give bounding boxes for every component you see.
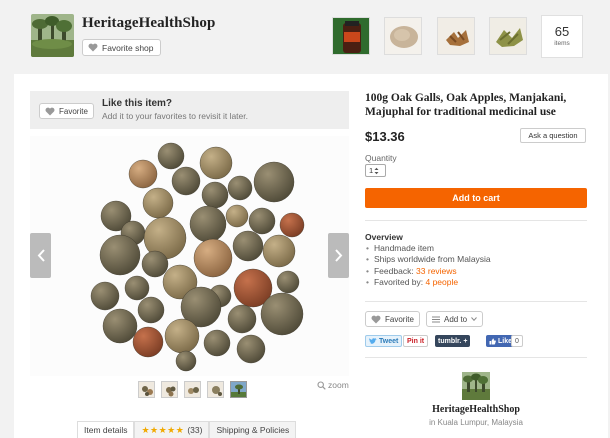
shop-listing-thumb-3[interactable]: [437, 17, 475, 55]
chevron-left-icon: [37, 249, 45, 262]
overview-list: Handmade item Ships worldwide from Malay…: [366, 243, 491, 288]
pin-it-button[interactable]: Pin it: [403, 335, 429, 347]
favorite-prompt: Favorite Like this item? Add it to your …: [30, 91, 349, 129]
heart-icon: [88, 43, 98, 52]
seller-avatar[interactable]: [462, 372, 490, 400]
feedback-label: Feedback:: [373, 265, 417, 276]
tumblr-label: tumblr.: [438, 337, 462, 345]
magnifier-icon: [317, 380, 326, 390]
favorite-prompt-subtitle: Add it to your favorites to revisit it l…: [102, 111, 248, 121]
favorite-button[interactable]: Favorite: [365, 311, 420, 327]
tab-reviews[interactable]: ★★★★★ (33): [134, 421, 210, 438]
heart-icon: [371, 315, 381, 323]
divider: [365, 301, 587, 302]
thumbnail-1[interactable]: [138, 381, 155, 398]
items-count-value: 65: [554, 24, 570, 39]
feedback-reviews-link[interactable]: 33 reviews: [416, 266, 457, 276]
seller-location: in Kuala Lumpur, Malaysia: [365, 418, 587, 427]
add-to-cart-button[interactable]: Add to cart: [365, 188, 587, 208]
list-icon: [432, 316, 440, 322]
overview-item: Feedback: 33 reviews: [366, 266, 491, 277]
quantity-label: Quantity: [365, 153, 397, 163]
overview-shipping: Ships worldwide from Malaysia: [373, 254, 491, 265]
tweet-button[interactable]: Tweet: [365, 335, 403, 347]
overview-handmade: Handmade item: [373, 243, 434, 253]
shop-listing-thumb-2[interactable]: [384, 17, 422, 55]
add-to-label: Add to: [444, 314, 468, 324]
like-count: 0: [515, 337, 519, 345]
rating-stars: ★★★★★: [141, 424, 185, 435]
divider: [365, 357, 587, 358]
zoom-label: zoom: [328, 380, 349, 390]
like-label: Like: [498, 337, 513, 345]
favorited-people-link[interactable]: 4 people: [425, 277, 458, 287]
overview-title: Overview: [365, 232, 403, 242]
overview-item: Favorited by: 4 people: [366, 277, 491, 288]
quantity-value: 1: [369, 166, 374, 175]
tweet-label: Tweet: [379, 337, 399, 345]
tab-item-details[interactable]: Item details: [77, 421, 135, 438]
favorited-label: Favorited by:: [373, 276, 426, 287]
favorite-shop-label: Favorite shop: [102, 42, 154, 53]
listing-tabs: Item details ★★★★★ (33) Shipping & Polic…: [77, 421, 297, 438]
thumbs-up-icon: [489, 338, 496, 344]
tab-shipping-policies[interactable]: Shipping & Policies: [209, 421, 297, 438]
image-thumbnails: [138, 381, 247, 398]
main-product-image[interactable]: [30, 136, 349, 376]
chevron-down-icon: [471, 317, 478, 321]
heart-icon: [45, 107, 55, 115]
divider: [365, 220, 587, 221]
pin-it-label: Pin it: [407, 337, 425, 345]
tumblr-button[interactable]: tumblr. +: [435, 335, 471, 347]
quantity-select[interactable]: 1: [365, 164, 386, 177]
seller-location-prefix: in: [429, 418, 438, 427]
thumbnail-2[interactable]: [161, 381, 178, 398]
previous-image-button[interactable]: [30, 233, 51, 278]
favorite-item-label: Favorite: [59, 106, 88, 116]
shop-listing-thumb-4[interactable]: [489, 17, 527, 55]
shop-items-count[interactable]: 65 items: [541, 15, 583, 58]
ask-question-button[interactable]: Ask a question: [520, 128, 586, 143]
thumbnail-4[interactable]: [207, 381, 224, 398]
overview-item: Ships worldwide from Malaysia: [366, 254, 491, 265]
shop-listing-thumb-1[interactable]: [332, 17, 370, 55]
tab-shipping-label: Shipping & Policies: [216, 425, 290, 435]
add-to-list-button[interactable]: Add to: [426, 311, 484, 327]
shop-name[interactable]: HeritageHealthShop: [82, 15, 215, 32]
seller-name[interactable]: HeritageHealthShop: [365, 404, 587, 415]
seller-location-text: Kuala Lumpur, Malaysia: [437, 418, 523, 427]
favorite-item-button[interactable]: Favorite: [39, 103, 94, 119]
facebook-like-count: 0: [511, 335, 523, 347]
shop-header: HeritageHealthShop Favorite shop 65 item…: [0, 0, 610, 70]
favorite-shop-button[interactable]: Favorite shop: [82, 39, 161, 56]
favorite-prompt-title: Like this item?: [102, 98, 173, 109]
updown-icon: [374, 167, 379, 174]
shop-logo[interactable]: [31, 14, 74, 57]
tumblr-plus: +: [463, 337, 468, 345]
thumbnail-5[interactable]: [230, 381, 247, 398]
listing-price: $13.36: [365, 129, 405, 144]
favorite-button-label: Favorite: [385, 314, 414, 324]
chevron-right-icon: [334, 249, 342, 262]
overview-item: Handmade item: [366, 243, 491, 254]
items-count-label: items: [554, 40, 570, 47]
tab-item-details-label: Item details: [84, 425, 128, 435]
listing-title: 100g Oak Galls, Oak Apples, Manjakani, M…: [365, 92, 567, 118]
twitter-bird-icon: [369, 337, 377, 344]
reviews-count: (33): [187, 425, 203, 435]
thumbnail-3[interactable]: [184, 381, 201, 398]
zoom-link[interactable]: zoom: [317, 380, 349, 390]
next-image-button[interactable]: [328, 233, 349, 278]
